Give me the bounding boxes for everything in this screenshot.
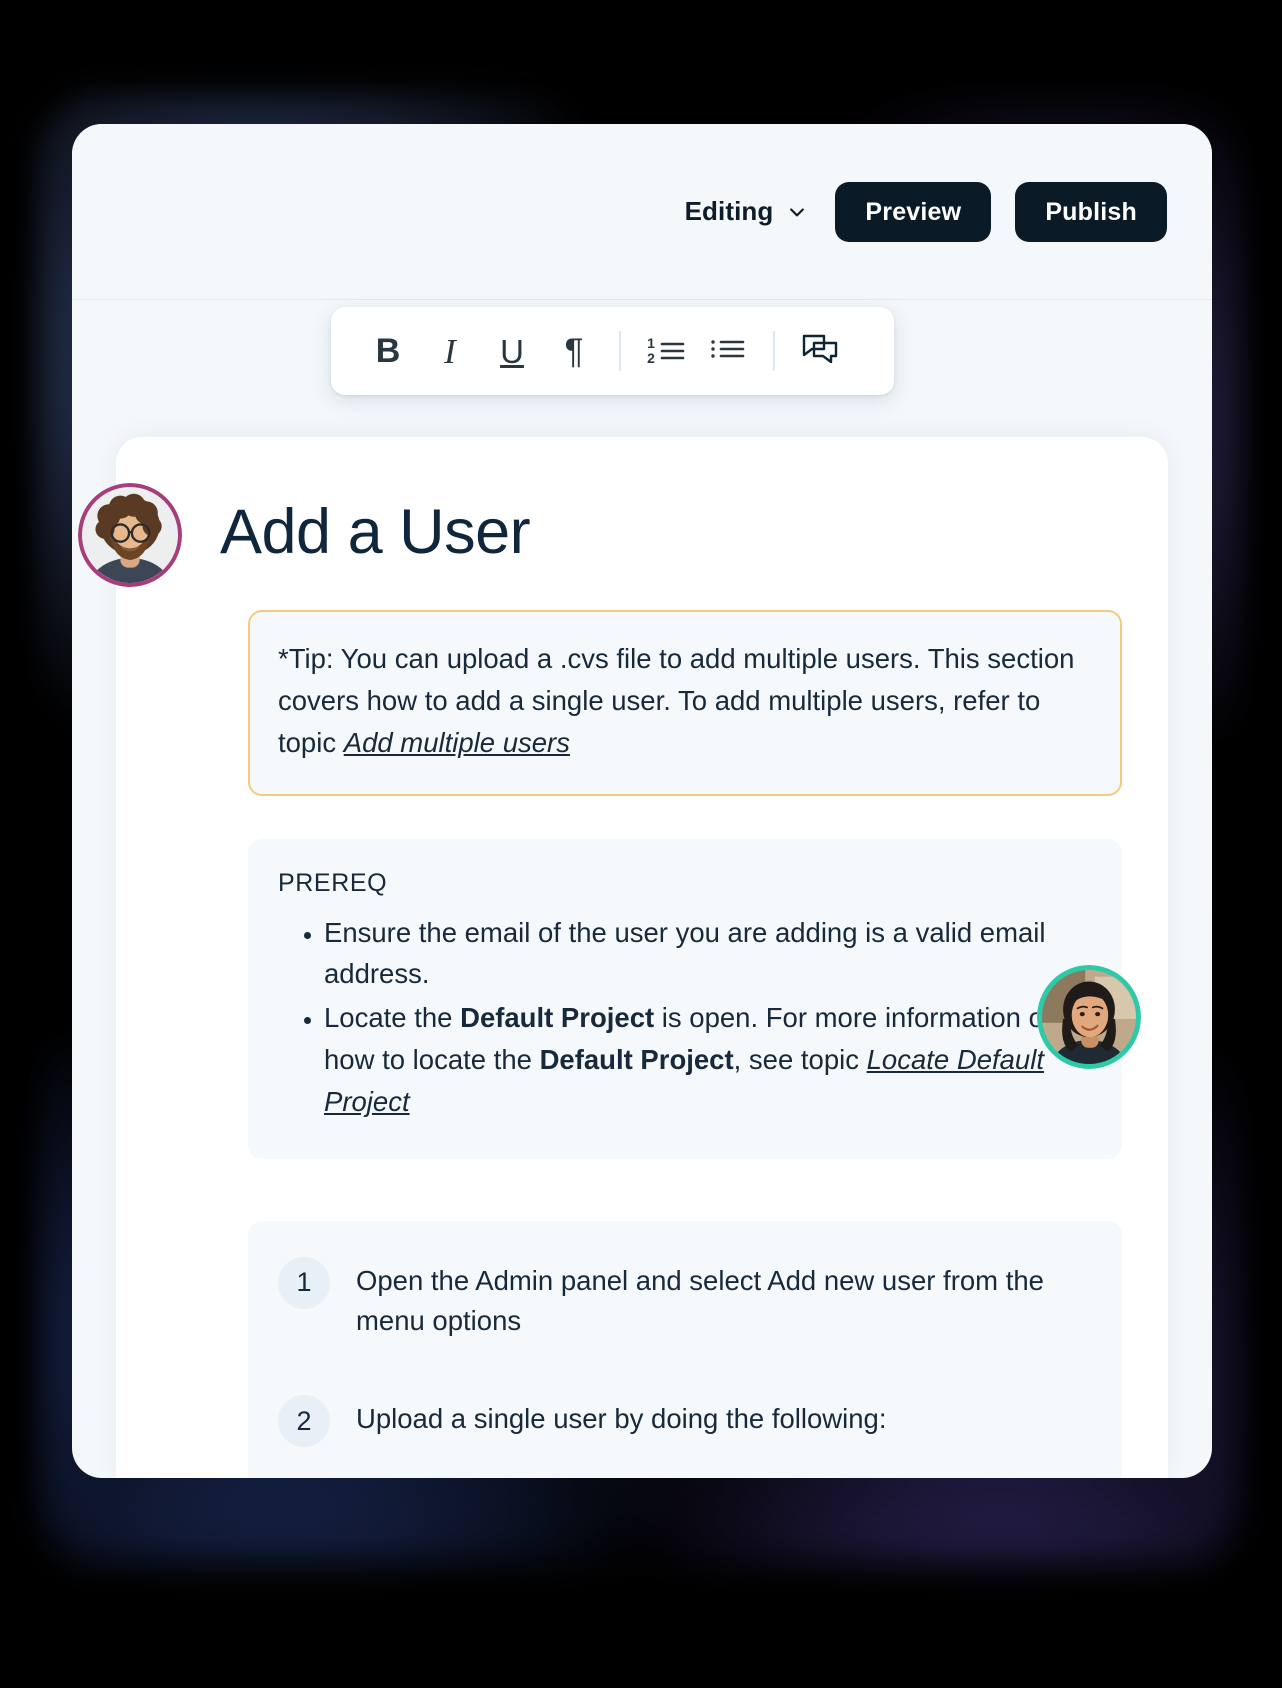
- prereq-item-1-text: Ensure the email of the user you are add…: [324, 916, 1046, 990]
- page-title: Add a User: [220, 497, 531, 567]
- prereq-panel: PREREQ Ensure the email of the user you …: [248, 838, 1122, 1159]
- comment-icon: [801, 332, 839, 371]
- comment-button[interactable]: [789, 320, 851, 382]
- avatar-ring: [78, 483, 182, 587]
- chevron-down-icon: [787, 202, 807, 222]
- publish-button[interactable]: Publish: [1015, 181, 1167, 242]
- prereq-item-2-seg-4: Default Project: [539, 1043, 734, 1075]
- tip-paragraph: *Tip: You can upload a .cvs file to add …: [278, 638, 1092, 763]
- top-bar: Editing Preview Publish: [72, 124, 1212, 300]
- avatar-author[interactable]: [78, 483, 182, 587]
- preview-button[interactable]: Preview: [835, 181, 992, 242]
- underline-icon: U: [500, 332, 524, 370]
- bold-button[interactable]: B: [357, 320, 419, 382]
- avatar-ring: [1037, 965, 1141, 1069]
- list-item: Locate the Default Project is open. For …: [324, 997, 1092, 1122]
- step-item: 2 Upload a single user by doing the foll…: [278, 1393, 1092, 1448]
- screenshot-stage: Editing Preview Publish B I U ¶ 1 2 Add …: [0, 0, 1282, 1688]
- step-number-badge: 2: [278, 1395, 330, 1448]
- bold-icon: B: [375, 332, 401, 370]
- prereq-list: Ensure the email of the user you are add…: [278, 912, 1092, 1123]
- italic-icon: I: [444, 331, 456, 371]
- list-item: Ensure the email of the user you are add…: [324, 912, 1092, 996]
- bullet-list-icon: [710, 334, 746, 369]
- paragraph-icon: ¶: [564, 331, 584, 371]
- steps-panel: 1 Open the Admin panel and select Add ne…: [248, 1220, 1122, 1478]
- step-item: 1 Open the Admin panel and select Add ne…: [278, 1255, 1092, 1342]
- editing-mode-dropdown[interactable]: Editing: [681, 190, 812, 233]
- avatar-reviewer[interactable]: [1037, 965, 1141, 1069]
- prereq-label: PREREQ: [278, 868, 388, 897]
- tip-callout: *Tip: You can upload a .cvs file to add …: [248, 610, 1122, 796]
- paragraph-button[interactable]: ¶: [543, 320, 605, 382]
- toolbar-divider-1: [619, 331, 621, 371]
- prereq-item-2-seg-1: Locate the: [324, 1002, 461, 1034]
- step-number-badge: 1: [278, 1256, 330, 1309]
- app-window: Editing Preview Publish B I U ¶ 1 2 Add …: [72, 124, 1212, 1478]
- underline-button[interactable]: U: [481, 320, 543, 382]
- prereq-item-2-seg-5: , see topic: [733, 1043, 867, 1075]
- document-body: Add a User *Tip: You can upload a .cvs f…: [116, 437, 1168, 1478]
- numbered-list-button[interactable]: 1 2: [635, 320, 697, 382]
- toolbar-divider-2: [773, 331, 775, 371]
- ordered-list-icon: 1 2: [647, 334, 685, 367]
- prereq-item-2-seg-2: Default Project: [460, 1002, 655, 1034]
- ordered-list-digit-two: 2: [647, 350, 655, 366]
- ordered-list-digit-one: 1: [647, 334, 655, 351]
- step-text: Open the Admin panel and select Add new …: [356, 1264, 1044, 1336]
- italic-button[interactable]: I: [419, 320, 481, 382]
- document-card: Add a User *Tip: You can upload a .cvs f…: [116, 437, 1168, 1478]
- editing-mode-label: Editing: [684, 196, 774, 226]
- add-multiple-users-link[interactable]: Add multiple users: [344, 727, 570, 758]
- formatting-toolbar: B I U ¶ 1 2: [331, 307, 894, 395]
- step-text: Upload a single user by doing the follow…: [356, 1403, 887, 1435]
- bullet-list-button[interactable]: [697, 320, 759, 382]
